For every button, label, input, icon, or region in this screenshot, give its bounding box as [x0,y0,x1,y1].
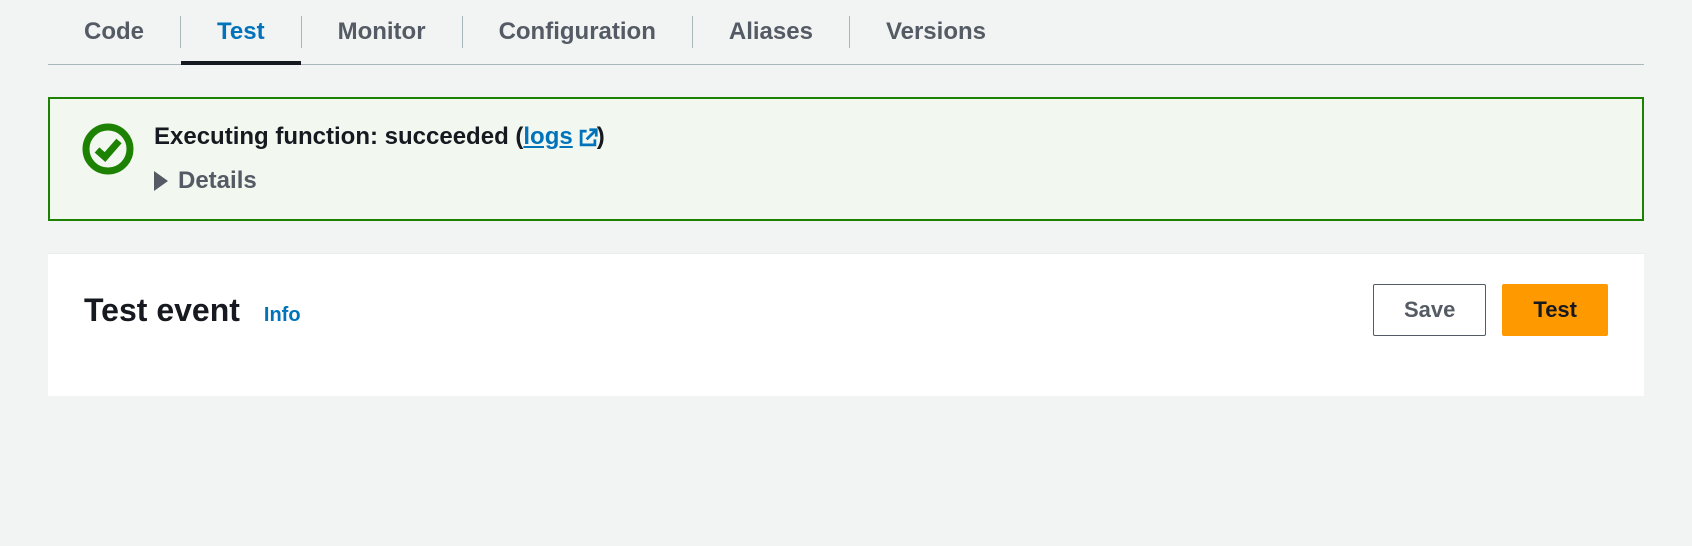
details-label: Details [178,167,257,195]
alert-content: Executing function: succeeded ( logs ) [154,123,1610,195]
test-event-panel: Test event Info Save Test [48,253,1644,396]
tab-test[interactable]: Test [181,0,301,64]
info-link[interactable]: Info [264,304,301,327]
logs-link[interactable]: logs [523,123,596,151]
panel-actions: Save Test [1373,284,1608,336]
caret-right-icon [154,171,168,191]
external-link-icon [577,127,597,147]
logs-link-text: logs [523,123,572,151]
success-alert: Executing function: succeeded ( logs ) [48,97,1644,221]
alert-title: Executing function: succeeded ( logs ) [154,123,1610,151]
tab-configuration[interactable]: Configuration [463,0,692,64]
alert-title-suffix: ) [597,123,605,151]
tab-versions[interactable]: Versions [850,0,1022,64]
panel-title-wrap: Test event Info [84,292,301,329]
panel-header: Test event Info Save Test [84,284,1608,336]
tab-code[interactable]: Code [48,0,180,64]
alert-title-prefix: Executing function: succeeded ( [154,123,523,151]
success-check-icon [82,123,134,175]
tab-bar: Code Test Monitor Configuration Aliases … [48,0,1644,65]
tab-aliases[interactable]: Aliases [693,0,849,64]
save-button[interactable]: Save [1373,284,1486,336]
panel-title: Test event [84,292,240,329]
details-toggle[interactable]: Details [154,167,1610,195]
test-button[interactable]: Test [1502,284,1608,336]
tab-monitor[interactable]: Monitor [302,0,462,64]
lambda-test-page: Code Test Monitor Configuration Aliases … [0,0,1692,396]
